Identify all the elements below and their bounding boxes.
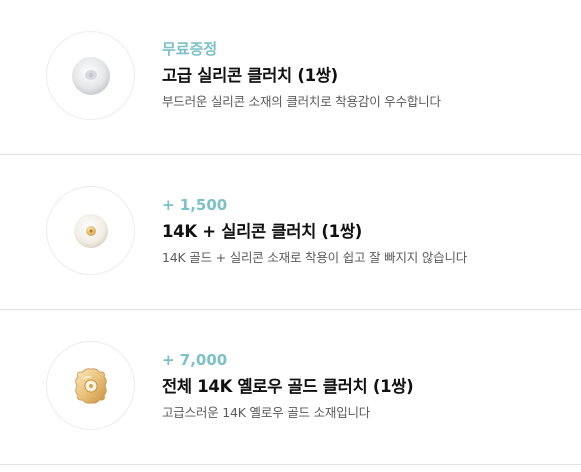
silicone-clutch-image — [46, 31, 135, 120]
gold-silicone-clutch-image — [46, 186, 135, 275]
option-yellow-gold-clutch[interactable]: + 7,000 전체 14K 옐로우 골드 클러치 (1쌍) 고급스러운 14K… — [0, 310, 581, 465]
option-badge: + 7,000 — [162, 351, 228, 369]
option-badge: 무료증정 — [162, 40, 218, 58]
option-silicone-clutch[interactable]: 무료증정 고급 실리콘 클러치 (1쌍) 부드러운 실리콘 소재의 클러치로 착… — [0, 0, 581, 155]
clutch-option-list: 무료증정 고급 실리콘 클러치 (1쌍) 부드러운 실리콘 소재의 클러치로 착… — [0, 0, 581, 472]
option-description: 14K 골드 + 실리콘 소재로 착용이 쉽고 잘 빠지지 않습니다 — [162, 250, 468, 265]
option-gold-silicone-clutch[interactable]: + 1,500 14K + 실리콘 클러치 (1쌍) 14K 골드 + 실리콘 … — [0, 155, 581, 310]
option-badge: + 1,500 — [162, 196, 228, 214]
option-title: 고급 실리콘 클러치 (1쌍) — [162, 66, 338, 85]
option-title: 14K + 실리콘 클러치 (1쌍) — [162, 222, 362, 241]
option-title: 전체 14K 옐로우 골드 클러치 (1쌍) — [162, 377, 414, 396]
option-description: 부드러운 실리콘 소재의 클러치로 착용감이 우수합니다 — [162, 94, 441, 109]
yellow-gold-clutch-image — [46, 341, 135, 430]
option-description: 고급스러운 14K 옐로우 골드 소재입니다 — [162, 405, 371, 420]
